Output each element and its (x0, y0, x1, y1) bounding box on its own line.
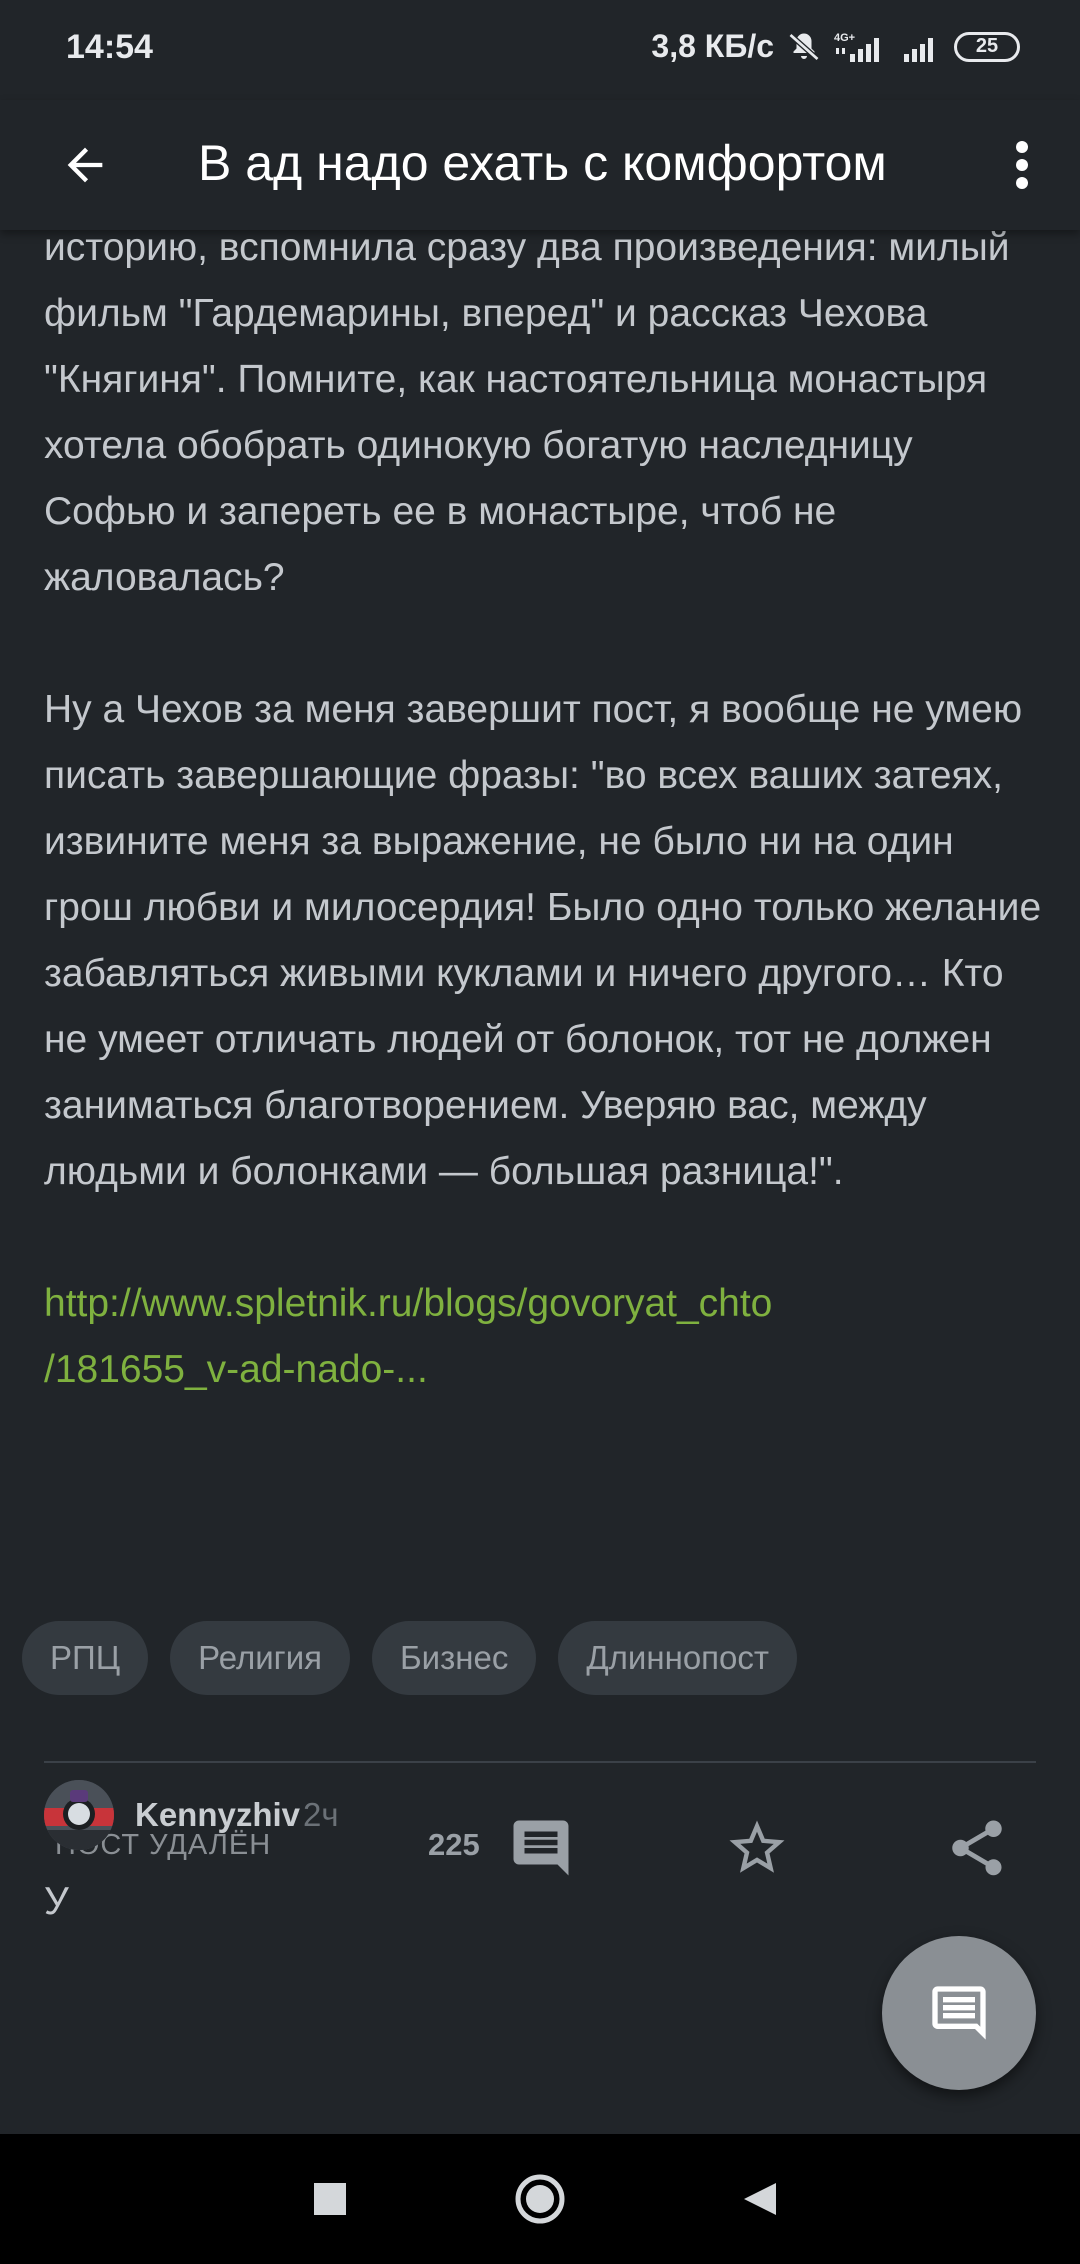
signal-icon (902, 30, 942, 64)
status-icons: 3,8 КБ/с 4G+ 25 (651, 28, 1020, 65)
more-options-button[interactable] (992, 130, 1052, 200)
page-title: В ад надо ехать с комфортом (198, 135, 887, 191)
recents-button[interactable] (300, 2169, 360, 2229)
post-body: историю, вспомнила сразу два произведени… (44, 215, 1044, 1403)
comment-item: Kennyzhiv 2ч У (0, 1730, 1080, 1930)
signal-4g-icon: 4G+ (834, 30, 890, 64)
triangle-back-icon (744, 2183, 776, 2215)
mute-icon (786, 29, 822, 65)
post-content[interactable]: историю, вспомнила сразу два произведени… (0, 215, 1080, 1925)
status-time: 14:54 (66, 28, 153, 66)
app-bar: В ад надо ехать с комфортом (0, 100, 1080, 230)
tag-chip[interactable]: РПЦ (22, 1621, 149, 1695)
tag-chip[interactable]: Бизнес (372, 1621, 537, 1695)
tag-list: РПЦ Религия Бизнес Длиннопост (22, 1621, 798, 1695)
square-icon (314, 2183, 346, 2215)
battery-icon: 25 (954, 31, 1020, 62)
network-type: 4G+ (834, 32, 855, 44)
post-paragraph: Ну а Чехов за меня завершит пост, я вооб… (44, 688, 1042, 1193)
back-nav-button[interactable] (730, 2169, 790, 2229)
avatar[interactable] (44, 1780, 114, 1850)
arrow-back-icon (67, 147, 103, 183)
post-paragraph: историю, вспомнила сразу два произведени… (44, 226, 1010, 599)
status-bar: 14:54 3,8 КБ/с 4G+ 25 (0, 0, 1080, 100)
network-speed: 3,8 КБ/с (651, 28, 774, 64)
system-nav-bar (0, 2134, 1080, 2264)
write-comment-button[interactable] (882, 1936, 1036, 2090)
more-vert-icon (1016, 141, 1028, 189)
back-button[interactable] (50, 130, 120, 200)
tag-chip[interactable]: Длиннопост (558, 1621, 798, 1695)
circle-icon (515, 2174, 565, 2224)
tag-chip[interactable]: Религия (170, 1621, 351, 1695)
comment-icon (932, 1986, 986, 2040)
home-button[interactable] (510, 2169, 570, 2229)
source-link-line1[interactable]: http://www.spletnik.ru/blogs/govoryat_ch… (44, 1282, 772, 1325)
source-link[interactable]: http://www.spletnik.ru/blogs/govoryat_ch… (44, 1271, 1044, 1403)
comment-text: У (44, 1880, 69, 1923)
comment-username[interactable]: Kennyzhiv (135, 1796, 300, 1834)
comment-time: 2ч (303, 1796, 339, 1833)
source-link-line2[interactable]: /181655_v-ad-nado-... (44, 1348, 428, 1391)
